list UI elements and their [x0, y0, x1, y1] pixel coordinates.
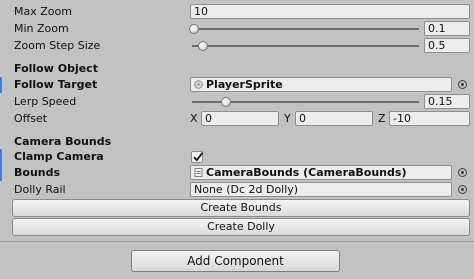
camera-bounds-header: Camera Bounds — [14, 135, 112, 148]
checkmark-icon — [193, 152, 204, 162]
max-zoom-label: Max Zoom — [14, 5, 72, 18]
offset-label: Offset — [14, 112, 48, 125]
bounds-row: Bounds CameraBounds (CameraBounds) — [0, 164, 474, 182]
min-zoom-label: Min Zoom — [14, 22, 69, 35]
min-zoom-field[interactable]: 0.1 — [424, 21, 470, 36]
zoom-step-size-label: Zoom Step Size — [14, 39, 101, 52]
offset-z-field[interactable]: -10 — [389, 111, 470, 126]
divider — [0, 241, 474, 242]
zoom-step-slider-thumb[interactable] — [198, 41, 209, 51]
dolly-rail-label: Dolly Rail — [14, 183, 66, 196]
create-dolly-button[interactable]: Create Dolly — [12, 218, 470, 236]
follow-target-label: Follow Target — [14, 78, 98, 91]
dolly-rail-row: Dolly Rail None (Dc 2d Dolly) — [0, 181, 474, 199]
modified-marker — [0, 149, 2, 165]
add-component-button[interactable]: Add Component — [131, 250, 340, 272]
max-zoom-field[interactable]: 10 — [190, 4, 470, 19]
object-picker-icon[interactable] — [458, 168, 467, 177]
object-picker-icon[interactable] — [458, 80, 467, 89]
modified-marker — [0, 165, 2, 181]
zoom-step-size-field[interactable]: 0.5 — [424, 38, 470, 53]
clamp-camera-checkbox[interactable] — [191, 151, 204, 163]
max-zoom-row: Max Zoom 10 — [0, 3, 474, 21]
lerp-speed-row: Lerp Speed 0.15 — [0, 93, 474, 111]
lerp-speed-label: Lerp Speed — [14, 95, 77, 108]
bounds-label: Bounds — [14, 166, 61, 179]
lerp-speed-slider-thumb[interactable] — [221, 97, 232, 107]
follow-object-header: Follow Object — [14, 62, 98, 75]
min-zoom-slider-track[interactable] — [192, 28, 419, 30]
min-zoom-slider-thumb[interactable] — [189, 24, 200, 34]
sprite-object-icon — [194, 80, 203, 89]
offset-z-label: Z — [378, 112, 386, 125]
object-picker-icon[interactable] — [458, 185, 467, 194]
offset-y-field[interactable]: 0 — [295, 111, 373, 126]
clamp-camera-label: Clamp Camera — [14, 150, 104, 163]
follow-target-value: PlayerSprite — [206, 78, 283, 91]
zoom-step-size-row: Zoom Step Size 0.5 — [0, 37, 474, 55]
offset-row: Offset X 0 Y 0 Z -10 — [0, 110, 474, 128]
zoom-step-slider-track[interactable] — [192, 45, 419, 47]
offset-x-field[interactable]: 0 — [201, 111, 279, 126]
bounds-value: CameraBounds (CameraBounds) — [206, 166, 407, 179]
script-object-icon — [194, 168, 203, 177]
offset-y-label: Y — [284, 112, 291, 125]
follow-target-field[interactable]: PlayerSprite — [190, 77, 452, 92]
create-bounds-button[interactable]: Create Bounds — [12, 199, 470, 217]
lerp-speed-field[interactable]: 0.15 — [424, 94, 470, 109]
modified-marker — [0, 77, 2, 93]
bounds-field[interactable]: CameraBounds (CameraBounds) — [190, 165, 452, 180]
min-zoom-row: Min Zoom 0.1 — [0, 20, 474, 38]
dolly-rail-field[interactable]: None (Dc 2d Dolly) — [190, 182, 452, 197]
offset-x-label: X — [190, 112, 198, 125]
follow-target-row: Follow Target PlayerSprite — [0, 76, 474, 94]
